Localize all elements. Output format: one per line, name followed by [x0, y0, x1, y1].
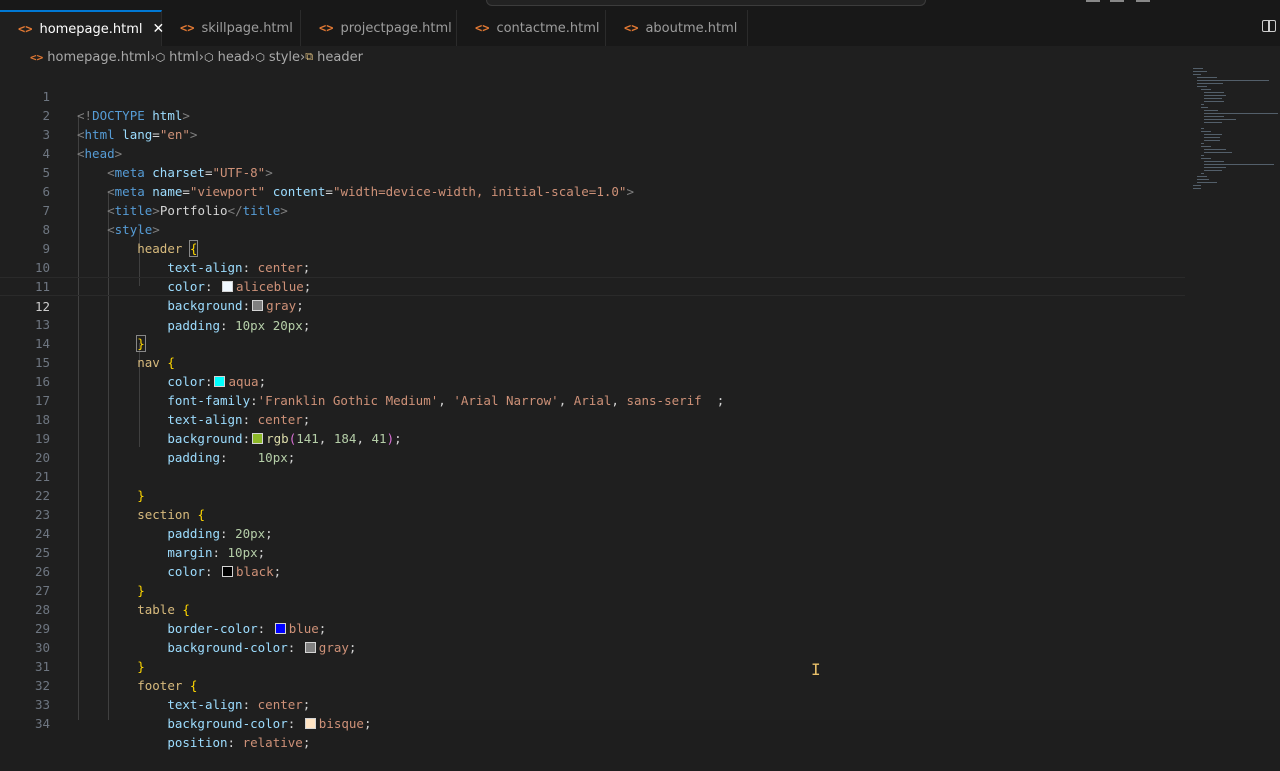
- token: relative: [242, 735, 303, 750]
- minimap[interactable]: [1190, 66, 1280, 206]
- code-line: 11 background: gray;: [0, 258, 1185, 313]
- breadcrumb-item-file[interactable]: <> homepage.html: [30, 50, 150, 65]
- command-center[interactable]: [486, 0, 926, 6]
- code-line: 10 color: aliceblue;: [0, 239, 1185, 294]
- code-line: 19 padding: 10px;: [0, 410, 1185, 465]
- code-line: 29 background-color: gray;: [0, 600, 1185, 655]
- breadcrumb-label: header: [317, 49, 363, 65]
- code-line: 17 text-align: center;: [0, 372, 1185, 427]
- token: background-color: [167, 716, 288, 731]
- code-line: 27 table {: [0, 562, 1185, 617]
- code-line-current: 12 padding: 10px 20px;: [0, 277, 1185, 333]
- element-icon: ⬡: [203, 50, 214, 64]
- code-line: 23 padding: 20px;: [0, 486, 1185, 541]
- tab-aboutme[interactable]: <> aboutme.html: [606, 10, 748, 46]
- code-line: 30 }: [0, 619, 1185, 674]
- code-line: 33 background-color: bisque;: [0, 676, 1185, 731]
- code-line: 4 <meta charset="UTF-8">: [0, 125, 1185, 180]
- html-file-icon: <>: [319, 21, 334, 35]
- code-line: 7 <style>: [0, 182, 1185, 237]
- breadcrumb-label: head: [217, 49, 251, 65]
- code-line: 2 <html lang="en">: [0, 87, 1185, 142]
- html-file-icon: <>: [475, 21, 490, 35]
- breadcrumb: <> homepage.html › ⬡ html › ⬡ head › ⬡ s…: [0, 46, 1280, 68]
- code-line: 21 }: [0, 448, 1185, 503]
- breadcrumb-item-style[interactable]: ⬡ style: [255, 50, 300, 65]
- token: position: [167, 735, 228, 750]
- code-line: 28 border-color: blue;: [0, 581, 1185, 636]
- code-line: 3 <head>: [0, 106, 1185, 161]
- breadcrumb-item-html[interactable]: ⬡ html: [156, 50, 199, 65]
- code-line: 26 }: [0, 543, 1185, 598]
- line-number: 34: [34, 716, 50, 731]
- code-line: 34 position: relative;: [0, 695, 1185, 750]
- breadcrumb-label: homepage.html: [47, 49, 151, 65]
- code-line: 24 margin: 10px;: [0, 505, 1185, 560]
- close-window-icon[interactable]: [1136, 0, 1150, 2]
- editor-tabs: <> homepage.html ✕ <> skillpage.html <> …: [0, 10, 1280, 46]
- html-file-icon: <>: [624, 21, 639, 35]
- html-file-icon: <>: [30, 50, 44, 64]
- code-line: 13 }: [0, 296, 1185, 352]
- tab-homepage[interactable]: <> homepage.html ✕: [0, 10, 164, 46]
- tab-skillpage[interactable]: <> skillpage.html: [162, 10, 301, 46]
- html-file-icon: <>: [180, 21, 195, 35]
- code-line: 14 nav {: [0, 315, 1185, 370]
- breadcrumb-label: style: [268, 49, 301, 65]
- breadcrumb-item-header[interactable]: ⧉ header: [305, 50, 363, 65]
- tab-label: aboutme.html: [645, 20, 738, 36]
- code-line: 22 section {: [0, 467, 1185, 522]
- tab-label: skillpage.html: [201, 20, 293, 36]
- text-cursor-icon: I: [811, 660, 821, 679]
- maximize-icon[interactable]: [1110, 0, 1124, 2]
- code-line: 6 <title>Portfolio</title>: [0, 163, 1185, 218]
- element-icon: ⬡: [255, 50, 265, 64]
- html-file-icon: <>: [18, 22, 33, 36]
- tab-label: contactme.html: [496, 20, 600, 36]
- breadcrumb-item-head[interactable]: ⬡ head: [204, 50, 250, 65]
- title-bar: [0, 0, 1280, 10]
- code-line: 32 text-align: center;: [0, 657, 1185, 712]
- code-line: 18 background: rgb(141, 184, 41);: [0, 391, 1185, 446]
- code-editor[interactable]: 1 <!DOCTYPE html> 2 <html lang="en"> 3 <…: [0, 68, 1280, 750]
- element-icon: ⬡: [155, 50, 166, 64]
- code-line: 5 <meta name="viewport" content="width=d…: [0, 144, 1185, 199]
- tab-label: projectpage.html: [340, 20, 452, 36]
- split-editor-icon[interactable]: [1262, 20, 1276, 32]
- tab-projectpage[interactable]: <> projectpage.html: [301, 10, 457, 46]
- tab-label: homepage.html: [39, 21, 143, 37]
- code-line: 16 font-family:'Franklin Gothic Medium',…: [0, 353, 1185, 408]
- code-line: 20: [0, 429, 1185, 465]
- code-line: 8 header {: [0, 201, 1185, 257]
- minimize-icon[interactable]: [1086, 0, 1100, 2]
- code-line: 1 <!DOCTYPE html>: [0, 68, 1185, 123]
- code-line: 25 color: black;: [0, 524, 1185, 579]
- code-line: 9 text-align: center;: [0, 220, 1185, 275]
- selector-icon: ⧉: [305, 50, 314, 63]
- code-line: 15 color: aqua;: [0, 334, 1185, 389]
- code-line: 31 footer {: [0, 638, 1185, 693]
- tab-contactme[interactable]: <> contactme.html: [457, 10, 606, 46]
- token: bisque: [318, 716, 364, 731]
- breadcrumb-label: html: [169, 49, 199, 65]
